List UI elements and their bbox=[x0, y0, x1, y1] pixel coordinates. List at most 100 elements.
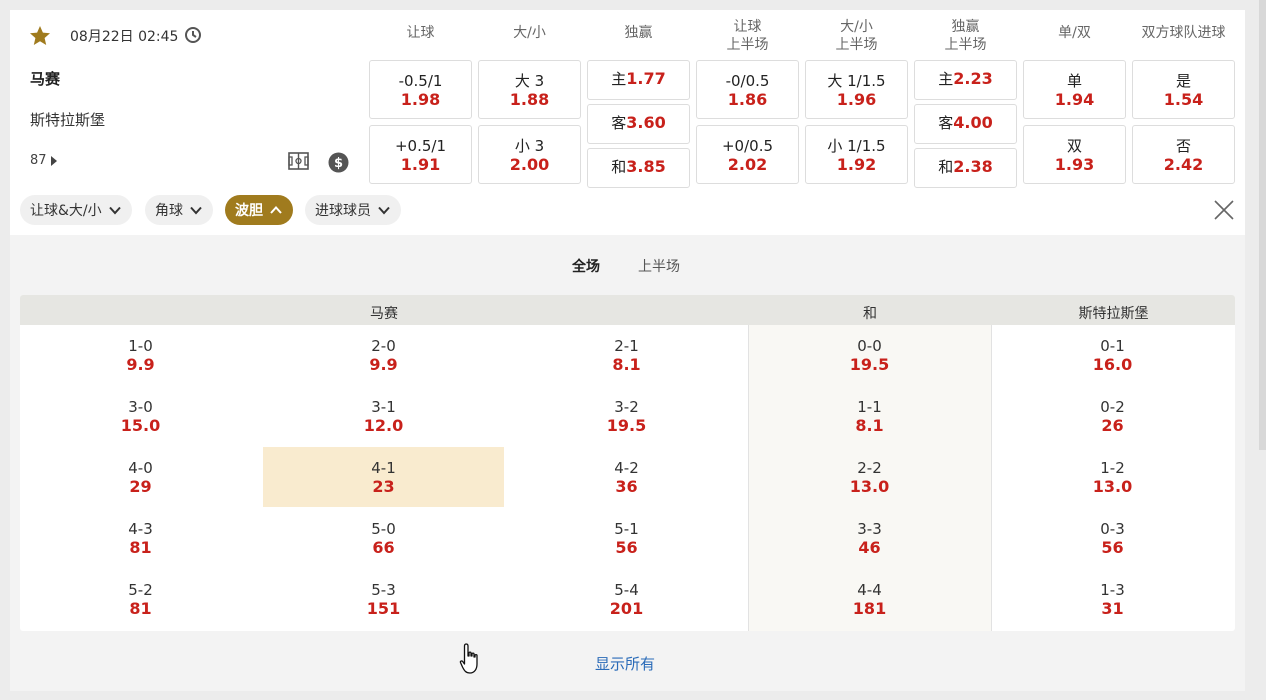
scrollbar[interactable] bbox=[1259, 0, 1266, 450]
odds-value: 1.91 bbox=[400, 155, 441, 174]
score-cell[interactable]: 1-0 9.9 bbox=[20, 325, 261, 385]
score-label: 3-0 bbox=[128, 398, 153, 416]
odds-row: 客4.00 bbox=[915, 113, 1016, 133]
match-card: 08月22日 02:45 马赛 斯特拉斯堡 87 $ 让球 大/小 独赢 让球 上半场大… bbox=[10, 10, 1245, 691]
score-cell[interactable]: 2-1 8.1 bbox=[506, 325, 747, 385]
score-cell[interactable]: 5-3 151 bbox=[263, 569, 504, 629]
tab-full-time[interactable]: 全场 bbox=[572, 256, 600, 276]
score-odd: 19.5 bbox=[849, 355, 890, 374]
score-odd: 8.1 bbox=[612, 355, 641, 374]
odds-button-moneyline[interactable]: 客3.60 bbox=[587, 104, 690, 144]
odds-button-overunder[interactable]: 大 3 1.88 bbox=[478, 60, 581, 119]
odds-value: 2.42 bbox=[1163, 155, 1204, 174]
score-label: 0-1 bbox=[1100, 337, 1125, 355]
filter-chip[interactable]: 角球 bbox=[145, 195, 213, 225]
score-cell[interactable]: 0-3 56 bbox=[992, 508, 1233, 568]
odds-label: 单 bbox=[1066, 72, 1082, 90]
score-label: 0-3 bbox=[1100, 520, 1125, 538]
odds-value: 1.86 bbox=[727, 90, 768, 109]
score-cell[interactable]: 5-1 56 bbox=[506, 508, 747, 568]
tab-first-half[interactable]: 上半场 bbox=[638, 256, 680, 276]
score-cell[interactable]: 3-0 15.0 bbox=[20, 386, 261, 446]
odds-button-btts[interactable]: 是 1.54 bbox=[1132, 60, 1235, 119]
odds-button-handicap_1h[interactable]: +0/0.5 2.02 bbox=[696, 125, 799, 184]
odds-value: 1.96 bbox=[836, 90, 877, 109]
score-label: 3-3 bbox=[857, 520, 882, 538]
star-icon[interactable] bbox=[28, 24, 52, 48]
filter-chip-label: 波胆 bbox=[235, 203, 263, 219]
odds-button-moneyline_1h[interactable]: 主2.23 bbox=[914, 60, 1017, 100]
score-cell[interactable]: 4-3 81 bbox=[20, 508, 261, 568]
odds-button-moneyline[interactable]: 主1.77 bbox=[587, 60, 690, 100]
odds-value: 2.00 bbox=[509, 155, 550, 174]
odds-row: 主1.77 bbox=[588, 69, 689, 89]
filter-chip[interactable]: 波胆 bbox=[225, 195, 293, 225]
chevron-down-icon bbox=[108, 206, 121, 215]
odds-button-overunder_1h[interactable]: 大 1/1.5 1.96 bbox=[805, 60, 908, 119]
pitch-icon[interactable] bbox=[288, 152, 309, 170]
grid-header: 马赛 和 斯特拉斯堡 bbox=[20, 295, 1235, 325]
odds-button-oddeven[interactable]: 单 1.94 bbox=[1023, 60, 1126, 119]
odds-label: 客 bbox=[611, 114, 627, 132]
odds-label: -0/0.5 bbox=[725, 72, 770, 90]
odds-value: 2.38 bbox=[953, 157, 993, 176]
odds-value: 1.94 bbox=[1054, 90, 1095, 109]
score-cell[interactable]: 4-2 36 bbox=[506, 447, 747, 507]
dollar-icon[interactable]: $ bbox=[328, 152, 349, 173]
score-cell[interactable]: 0-1 16.0 bbox=[992, 325, 1233, 385]
close-icon[interactable] bbox=[1212, 198, 1236, 222]
odds-button-btts[interactable]: 否 2.42 bbox=[1132, 125, 1235, 184]
score-odd: 9.9 bbox=[126, 355, 155, 374]
score-cell[interactable]: 5-4 201 bbox=[506, 569, 747, 629]
score-label: 4-3 bbox=[128, 520, 153, 538]
odds-label: 大 1/1.5 bbox=[827, 72, 886, 90]
score-label: 5-4 bbox=[614, 581, 639, 599]
score-label: 5-0 bbox=[371, 520, 396, 538]
score-cell[interactable]: 3-1 12.0 bbox=[263, 386, 504, 446]
score-cell[interactable]: 1-3 31 bbox=[992, 569, 1233, 629]
match-minute: 87 bbox=[30, 153, 47, 168]
column-header: 独赢 上半场 bbox=[914, 18, 1017, 54]
score-cell[interactable]: 3-2 19.5 bbox=[506, 386, 747, 446]
score-cell[interactable]: 1-2 13.0 bbox=[992, 447, 1233, 507]
column-header: 大/小 bbox=[478, 24, 581, 42]
odds-label: 客 bbox=[938, 114, 954, 132]
score-odd: 29 bbox=[129, 477, 152, 496]
score-cell[interactable]: 1-1 8.1 bbox=[749, 386, 990, 446]
score-odd: 56 bbox=[1101, 538, 1124, 557]
odds-button-overunder[interactable]: 小 3 2.00 bbox=[478, 125, 581, 184]
odds-value: 3.60 bbox=[626, 113, 666, 132]
score-cell[interactable]: 5-2 81 bbox=[20, 569, 261, 629]
score-label: 1-0 bbox=[128, 337, 153, 355]
odds-button-handicap_1h[interactable]: -0/0.5 1.86 bbox=[696, 60, 799, 119]
filter-chip[interactable]: 进球球员 bbox=[305, 195, 401, 225]
score-cell[interactable]: 3-3 46 bbox=[749, 508, 990, 568]
odds-button-moneyline_1h[interactable]: 客4.00 bbox=[914, 104, 1017, 144]
odds-button-handicap[interactable]: +0.5/1 1.91 bbox=[369, 125, 472, 184]
column-header: 单/双 bbox=[1023, 24, 1126, 42]
score-cell[interactable]: 2-2 13.0 bbox=[749, 447, 990, 507]
score-cell[interactable]: 4-1 23 bbox=[263, 447, 504, 507]
play-arrow-icon bbox=[51, 156, 57, 166]
column-header-line: 上半场 bbox=[835, 37, 878, 53]
score-cell[interactable]: 4-0 29 bbox=[20, 447, 261, 507]
show-all-link[interactable]: 显示所有 bbox=[595, 653, 655, 674]
score-cell[interactable]: 0-2 26 bbox=[992, 386, 1233, 446]
score-cell[interactable]: 4-4 181 bbox=[749, 569, 990, 629]
match-datetime: 08月22日 02:45 bbox=[70, 29, 179, 45]
score-label: 1-2 bbox=[1100, 459, 1125, 477]
odds-button-oddeven[interactable]: 双 1.93 bbox=[1023, 125, 1126, 184]
odds-button-overunder_1h[interactable]: 小 1/1.5 1.92 bbox=[805, 125, 908, 184]
score-cell[interactable]: 0-0 19.5 bbox=[749, 325, 990, 385]
column-header-line: 双方球队进球 bbox=[1141, 25, 1226, 41]
odds-button-handicap[interactable]: -0.5/1 1.98 bbox=[369, 60, 472, 119]
header-draw: 和 bbox=[863, 306, 877, 322]
odds-label: 小 1/1.5 bbox=[827, 137, 886, 155]
filter-chip[interactable]: 让球&大/小 bbox=[20, 195, 132, 225]
score-odd: 81 bbox=[129, 599, 152, 618]
odds-button-moneyline_1h[interactable]: 和2.38 bbox=[914, 148, 1017, 188]
score-cell[interactable]: 5-0 66 bbox=[263, 508, 504, 568]
score-label: 1-3 bbox=[1100, 581, 1125, 599]
odds-button-moneyline[interactable]: 和3.85 bbox=[587, 148, 690, 188]
score-cell[interactable]: 2-0 9.9 bbox=[263, 325, 504, 385]
